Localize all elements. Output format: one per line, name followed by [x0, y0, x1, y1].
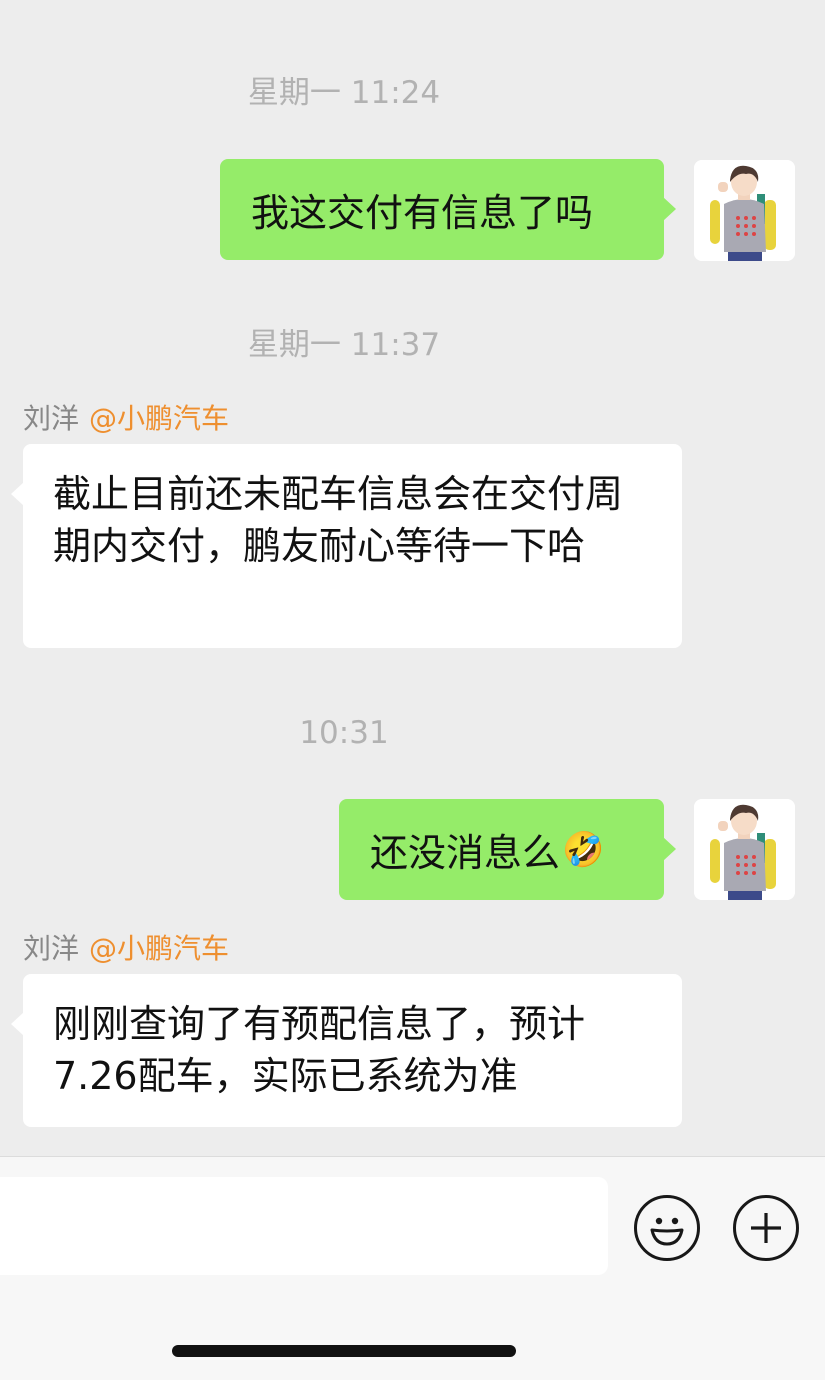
plus-icon — [751, 1213, 781, 1243]
sender-name: 刘洋 — [23, 402, 80, 435]
sender-mention[interactable]: @小鹏汽车 — [89, 402, 229, 435]
input-bar — [0, 1156, 825, 1380]
rofl-emoji-icon: 🤣 — [562, 829, 605, 870]
their-message-bubble[interactable]: 刚刚查询了有预配信息了，预计7.26配车，实际已系统为准 — [11, 974, 682, 1127]
emoji-button[interactable] — [634, 1195, 700, 1261]
my-avatar[interactable] — [694, 160, 795, 261]
message-text: 还没消息么 — [370, 831, 561, 875]
my-message-bubble[interactable]: 还没消息么 🤣 — [339, 799, 676, 900]
more-button[interactable] — [733, 1195, 799, 1261]
message-text: 刚刚查询了有预配信息了，预计7.26配车，实际已系统为准 — [53, 1002, 586, 1098]
sender-line: 刘洋 @小鹏汽车 — [23, 401, 229, 437]
message-input[interactable] — [0, 1177, 608, 1275]
avatar-boy-icon — [694, 160, 795, 261]
sender-mention[interactable]: @小鹏汽车 — [89, 932, 229, 965]
avatar-boy-icon — [694, 799, 795, 900]
my-message-bubble[interactable]: 我这交付有信息了吗 — [220, 159, 676, 260]
my-avatar[interactable] — [694, 799, 795, 900]
home-indicator — [172, 1345, 516, 1357]
timestamp: 星期一 11:24 — [247, 75, 441, 111]
sender-line: 刘洋 @小鹏汽车 — [23, 931, 229, 967]
their-message-bubble[interactable]: 截止目前还未配车信息会在交付周期内交付，鹏友耐心等待一下哈 — [11, 444, 682, 648]
message-text: 截止目前还未配车信息会在交付周期内交付，鹏友耐心等待一下哈 — [53, 472, 624, 568]
message-text: 我这交付有信息了吗 — [251, 191, 594, 235]
timestamp: 星期一 11:37 — [247, 327, 441, 363]
sender-name: 刘洋 — [23, 932, 80, 965]
timestamp: 10:31 — [299, 715, 389, 751]
smiley-icon — [650, 1217, 684, 1246]
